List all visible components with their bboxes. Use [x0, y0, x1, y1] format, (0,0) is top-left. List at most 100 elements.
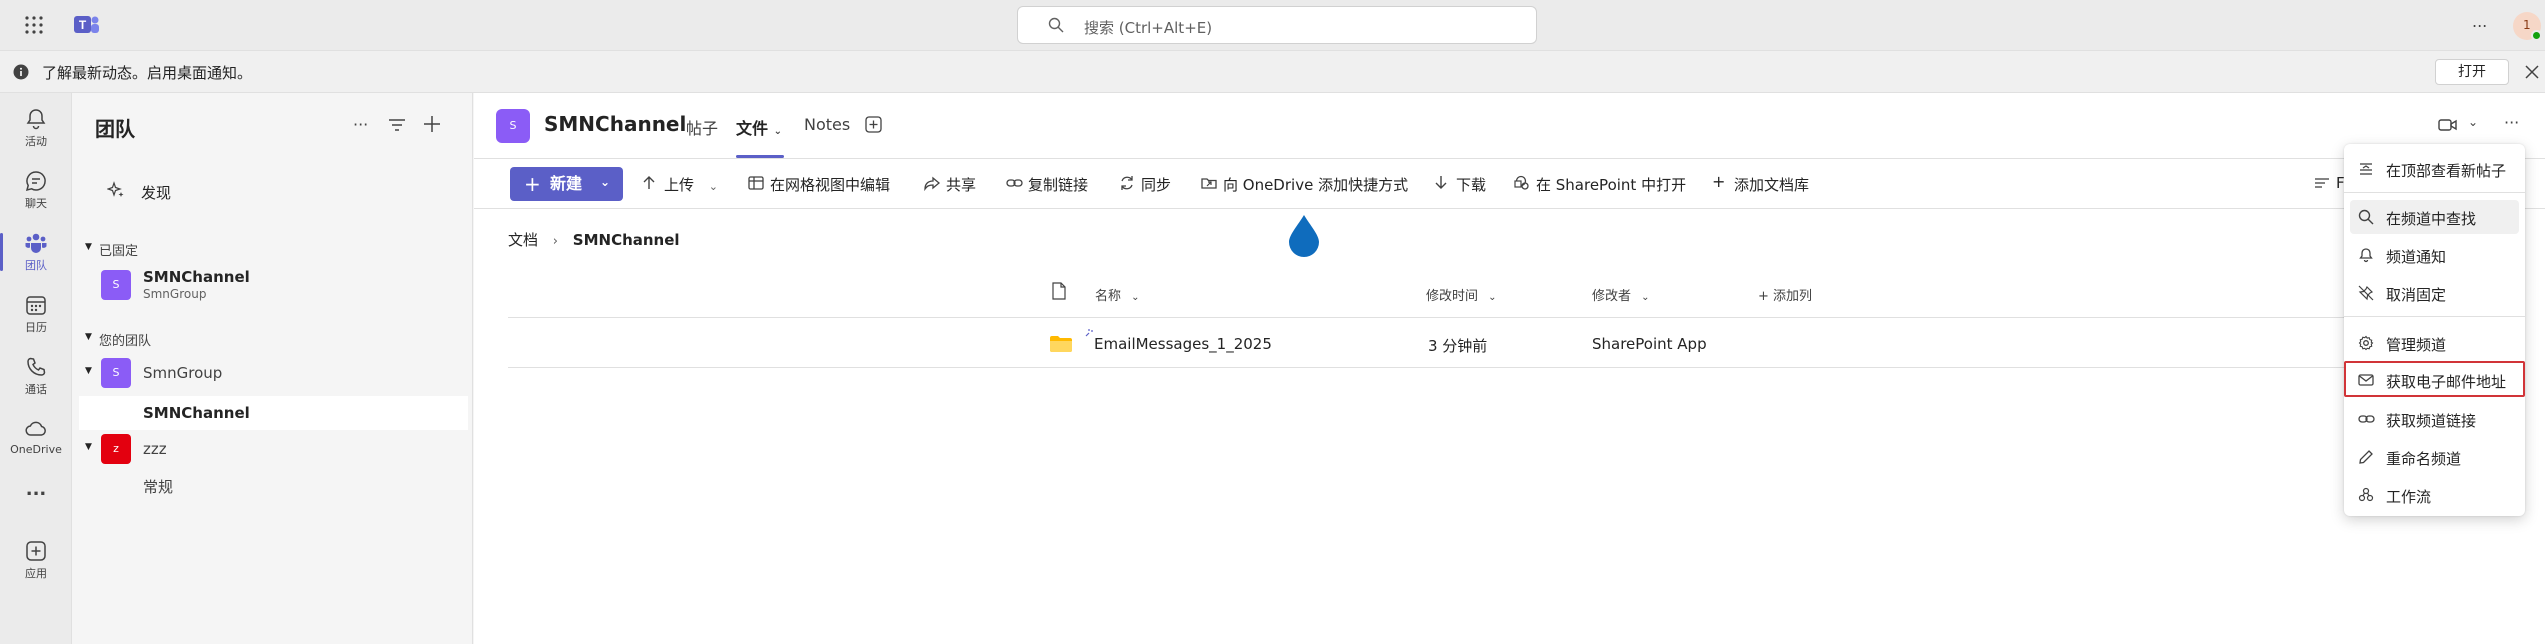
team-item[interactable]: ▼ S SmnGroup	[73, 355, 468, 391]
rail-item-onedrive[interactable]: OneDrive	[0, 411, 72, 467]
chevron-down-icon: ⌄	[1641, 292, 1650, 303]
file-modified-by: SharePoint App	[1592, 335, 1707, 353]
list-icon	[2314, 175, 2330, 191]
share-button[interactable]: 共享	[924, 174, 976, 195]
tab-files[interactable]: 文件 ⌄	[736, 115, 782, 139]
caret-down-icon: ▼	[85, 442, 92, 452]
upload-icon	[642, 175, 656, 191]
tab-notes[interactable]: Notes	[804, 115, 850, 134]
more-options-button[interactable]: ...	[2472, 12, 2487, 31]
open-sharepoint-button[interactable]: 在 SharePoint 中打开	[1514, 174, 1686, 195]
caret-down-icon: ▼	[85, 332, 92, 342]
team-name: SmnGroup	[143, 364, 223, 382]
channel-item[interactable]: 常规	[73, 468, 468, 502]
sync-icon	[1119, 175, 1135, 191]
rail-item-calls[interactable]: 通话	[0, 349, 72, 405]
modified-by-column-header[interactable]: 修改者 ⌄	[1592, 285, 1650, 304]
team-name: zzz	[143, 440, 167, 458]
add-library-label: 添加文档库	[1734, 176, 1810, 194]
discover-item[interactable]: 发现	[73, 177, 468, 203]
search-box[interactable]: 搜索 (Ctrl+Alt+E)	[1017, 6, 1537, 44]
svg-text:T: T	[79, 18, 87, 32]
rail-item-teams[interactable]: 团队	[0, 225, 72, 281]
tab-posts[interactable]: 帖子	[686, 115, 718, 139]
menu-item-label: 频道通知	[2386, 248, 2447, 266]
channel-item[interactable]: SMNChannel	[79, 396, 468, 430]
menu-item-unpin[interactable]: 取消固定	[2344, 276, 2525, 310]
grid-edit-button[interactable]: 在网格视图中编辑	[748, 174, 890, 195]
menu-item-workflows[interactable]: 工作流	[2344, 478, 2525, 512]
more-options-button[interactable]: ···	[353, 115, 368, 134]
rail-item-activity[interactable]: 活动	[0, 101, 72, 157]
page-title: 团队	[95, 117, 135, 141]
view-options-button[interactable]: F	[2314, 174, 2345, 192]
copy-link-button[interactable]: 复制链接	[1006, 174, 1088, 195]
rail-item-chat[interactable]: 聊天	[0, 163, 72, 219]
new-button[interactable]: + 新建 ⌄	[510, 167, 623, 201]
notification-message: 了解最新动态。启用桌面通知。	[42, 64, 253, 82]
video-icon[interactable]	[2438, 117, 2458, 133]
app-launcher-icon[interactable]	[24, 15, 44, 35]
channel-header: S SMNChannel 帖子 文件 ⌄ Notes ⌄ ···	[474, 93, 2545, 159]
sync-button[interactable]: 同步	[1119, 174, 1171, 195]
rail-item-apps[interactable]: 应用	[0, 533, 72, 589]
new-item-sparkle-icon	[1084, 328, 1094, 338]
sparkle-icon	[107, 181, 125, 199]
team-item[interactable]: ▼ z zzz	[73, 431, 468, 467]
menu-item-get-channel-link[interactable]: 获取频道链接	[2344, 402, 2525, 436]
chevron-down-icon[interactable]: ⌄	[2468, 115, 2478, 129]
menu-divider	[2344, 192, 2525, 193]
add-icon[interactable]	[423, 115, 441, 133]
more-icon: ...	[25, 479, 47, 500]
menu-item-channel-notifications[interactable]: 频道通知	[2344, 238, 2525, 272]
filter-icon[interactable]	[388, 117, 406, 133]
menu-item-rename-channel[interactable]: 重命名频道	[2344, 440, 2525, 474]
menu-item-view-posts-top[interactable]: 在顶部查看新帖子	[2344, 152, 2525, 186]
add-library-button[interactable]: + 添加文档库	[1712, 172, 1810, 195]
divider	[508, 317, 2508, 318]
grid-edit-label: 在网格视图中编辑	[770, 176, 891, 194]
title-bar: T 搜索 (Ctrl+Alt+E) ... 1	[0, 0, 2545, 51]
add-shortcut-button[interactable]: 向 OneDrive 添加快捷方式	[1201, 174, 1408, 195]
pinned-section-header[interactable]: ▼ 已固定	[73, 239, 468, 259]
channel-options-menu: 在顶部查看新帖子 在频道中查找 频道通知 取消固定 管理频道 获取电子邮件地址 …	[2344, 144, 2525, 516]
pinned-channel-item[interactable]: S SMNChannel SmnGroup	[73, 265, 468, 305]
channel-title: SMNChannel	[544, 112, 687, 136]
more-options-button[interactable]: ···	[2504, 113, 2519, 132]
rail-label: 日历	[25, 321, 47, 334]
menu-item-manage-channel[interactable]: 管理频道	[2344, 326, 2525, 360]
your-teams-section-header[interactable]: ▼ 您的团队	[73, 329, 468, 349]
file-name[interactable]: EmailMessages_1_2025	[1094, 335, 1272, 353]
name-column-header[interactable]: 名称 ⌄	[1095, 285, 1140, 304]
chevron-down-icon: ⌄	[1131, 292, 1140, 303]
channel-avatar: S	[101, 270, 131, 300]
rail-item-calendar[interactable]: 日历	[0, 287, 72, 343]
teams-icon	[24, 231, 48, 255]
file-modified: 3 分钟前	[1428, 337, 1488, 355]
pencil-icon	[2358, 449, 2374, 465]
download-button[interactable]: 下载	[1434, 174, 1486, 195]
menu-item-search-channel[interactable]: 在频道中查找	[2350, 200, 2519, 234]
menu-item-label: 管理频道	[2386, 336, 2447, 354]
rail-more-button[interactable]: ...	[0, 479, 72, 535]
divider	[508, 367, 2508, 368]
avatar[interactable]: 1	[2513, 12, 2542, 41]
teams-logo-icon: T	[74, 13, 100, 37]
folder-icon	[1050, 336, 1072, 352]
add-column-button[interactable]: + 添加列	[1758, 285, 1812, 304]
command-bar: + 新建 ⌄ 上传 ⌄ 在网格视图中编辑 共享 复制链接 同步 向 OneDri…	[474, 159, 2545, 209]
breadcrumb-root[interactable]: 文档	[508, 231, 538, 249]
section-label: 已固定	[99, 244, 139, 259]
link-icon	[1006, 175, 1023, 191]
grid-icon	[748, 175, 764, 191]
chevron-right-icon: ›	[552, 234, 558, 249]
menu-item-get-email-address[interactable]: 获取电子邮件地址	[2344, 361, 2525, 397]
menu-divider	[2344, 316, 2525, 317]
close-icon[interactable]	[2524, 64, 2540, 80]
caret-down-icon: ▼	[85, 366, 92, 376]
open-notification-button[interactable]: 打开	[2435, 59, 2509, 85]
table-row[interactable]	[508, 319, 2508, 367]
add-tab-icon[interactable]	[865, 116, 882, 133]
modified-column-header[interactable]: 修改时间 ⌄	[1426, 285, 1497, 304]
upload-button[interactable]: 上传 ⌄	[642, 174, 718, 195]
